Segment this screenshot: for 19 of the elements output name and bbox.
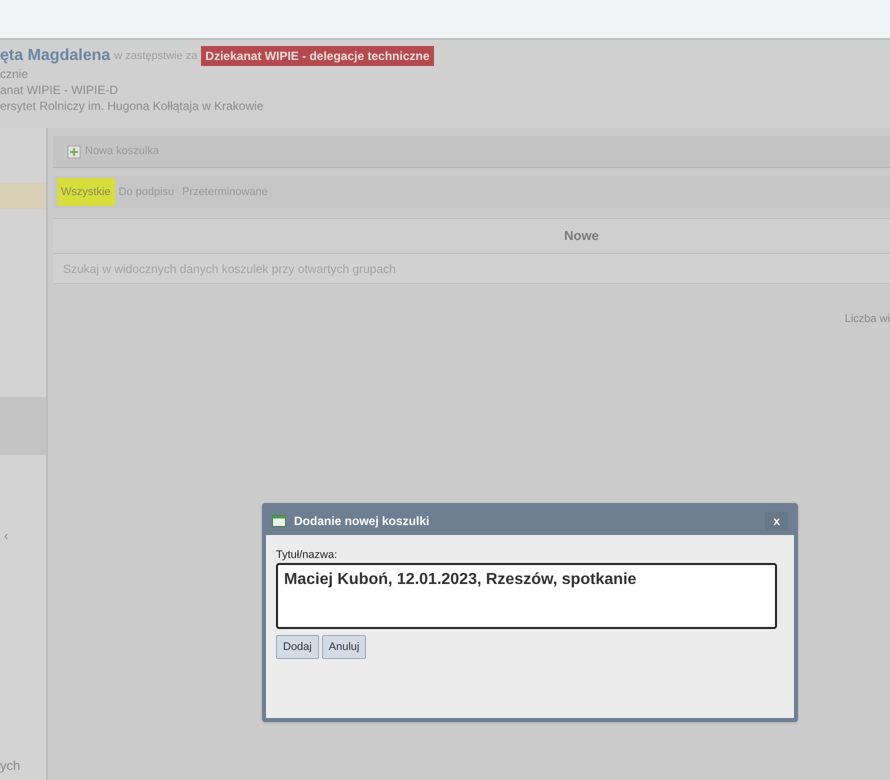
sidebar-item[interactable] bbox=[0, 183, 46, 209]
tab[interactable]: Wszystkie bbox=[57, 178, 114, 206]
window-icon bbox=[272, 515, 286, 527]
close-button[interactable]: x bbox=[765, 512, 788, 530]
header-line: ersytet Rolniczy im. Hugona Kołłątaja w Krakowie bbox=[0, 98, 264, 114]
dialog-button[interactable]: Dodaj bbox=[276, 635, 319, 659]
dialog-button[interactable]: Anuluj bbox=[322, 635, 366, 659]
add-icon bbox=[67, 144, 81, 158]
header-line: anat WIPIE - WIPIE-D bbox=[0, 82, 120, 98]
column-title: Nowe bbox=[563, 227, 599, 246]
dialog-title: Dodanie nowej koszulki bbox=[294, 513, 430, 530]
field-label: Tytuł/nazwa: bbox=[276, 549, 338, 562]
title-field[interactable]: Maciej Kuboń, 12.01.2023, Rzeszów, spotkanie bbox=[276, 563, 777, 629]
sidebar-text: ych bbox=[0, 757, 20, 775]
count-label: Liczba wi bbox=[844, 312, 890, 327]
substitution-badge: Dziekanat WIPIE - delegacje techniczne bbox=[201, 46, 434, 66]
user-name: ęta Magdalena bbox=[0, 46, 110, 66]
chevron-icon[interactable]: ‹ bbox=[4, 526, 8, 546]
header-line: cznie bbox=[0, 66, 30, 82]
